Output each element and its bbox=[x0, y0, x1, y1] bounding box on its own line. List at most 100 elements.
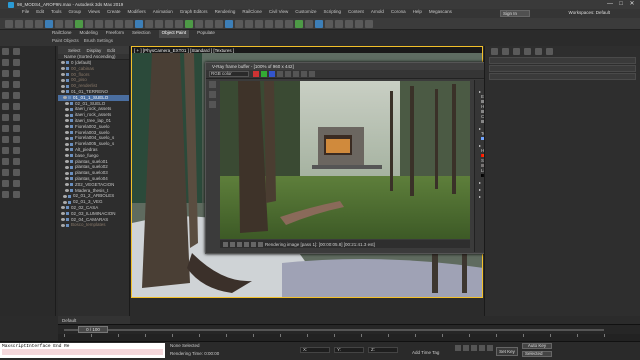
menu-views[interactable]: Views bbox=[88, 9, 100, 14]
rect-select-icon[interactable] bbox=[85, 19, 93, 28]
toggle-ribbon-icon[interactable] bbox=[245, 19, 253, 28]
region-render-icon[interactable] bbox=[293, 71, 299, 77]
visibility-eye-icon[interactable] bbox=[65, 125, 69, 129]
status-square-icon[interactable] bbox=[244, 241, 249, 247]
play-icon[interactable] bbox=[471, 345, 477, 351]
rendered-frame-icon[interactable] bbox=[295, 19, 303, 28]
time-slider-knob[interactable]: 0 / 100 bbox=[78, 326, 108, 333]
maximize-button[interactable]: □ bbox=[617, 1, 625, 8]
menu-create[interactable]: Create bbox=[107, 9, 121, 14]
scene-tool-icon[interactable] bbox=[2, 125, 9, 132]
menu-modifiers[interactable]: Modifiers bbox=[128, 9, 146, 14]
visibility-eye-icon[interactable] bbox=[65, 159, 69, 163]
mirror-icon[interactable] bbox=[215, 19, 223, 28]
status-square-icon[interactable] bbox=[230, 241, 235, 247]
menu-graph-editors[interactable]: Graph Editors bbox=[180, 9, 208, 14]
move-icon[interactable] bbox=[105, 19, 113, 28]
named-selection-icon[interactable] bbox=[205, 19, 213, 28]
forest-icon[interactable] bbox=[345, 19, 353, 28]
scene-tree-row[interactable]: Bosco_templates bbox=[58, 222, 129, 228]
go-to-start-icon[interactable] bbox=[455, 345, 461, 351]
ribbon-tab-selection[interactable]: Selection bbox=[132, 30, 151, 38]
material-editor-icon[interactable] bbox=[275, 19, 283, 28]
menu-arnold[interactable]: Arnold bbox=[371, 9, 384, 14]
visibility-eye-icon[interactable] bbox=[65, 101, 69, 105]
visibility-eye-icon[interactable] bbox=[63, 200, 67, 204]
menu-rendering[interactable]: Rendering bbox=[215, 9, 236, 14]
visibility-eye-icon[interactable] bbox=[61, 72, 65, 76]
visibility-eye-icon[interactable] bbox=[61, 206, 65, 210]
reference-coord-icon[interactable] bbox=[145, 19, 153, 28]
menu-customize[interactable]: Customize bbox=[295, 9, 316, 14]
redo-icon[interactable] bbox=[15, 19, 23, 28]
time-slider-track[interactable] bbox=[64, 329, 604, 331]
angle-snap-icon[interactable] bbox=[175, 19, 183, 28]
scene-tool-icon[interactable] bbox=[13, 125, 20, 132]
visibility-eye-icon[interactable] bbox=[65, 177, 69, 181]
scene-tool-icon[interactable] bbox=[2, 147, 9, 154]
scene-tool-icon[interactable] bbox=[13, 180, 20, 187]
scene-tool-icon[interactable] bbox=[13, 48, 20, 55]
next-frame-icon[interactable] bbox=[479, 345, 485, 351]
ribbon-tab-modeling[interactable]: Modeling bbox=[80, 30, 98, 38]
arnold-icon[interactable] bbox=[365, 19, 373, 28]
save-image-icon[interactable] bbox=[277, 71, 283, 77]
scene-tool-icon[interactable] bbox=[2, 92, 9, 99]
scene-tool-icon[interactable] bbox=[13, 92, 20, 99]
visibility-eye-icon[interactable] bbox=[61, 217, 65, 221]
menu-tools[interactable]: Tools bbox=[51, 9, 62, 14]
menu-railclone[interactable]: RailClone bbox=[242, 9, 262, 14]
x-coordinate-field[interactable]: X: bbox=[300, 347, 330, 353]
display-tab-icon[interactable] bbox=[535, 48, 542, 55]
green-channel-icon[interactable] bbox=[261, 71, 267, 77]
command-panel-button[interactable] bbox=[489, 73, 636, 80]
undo-icon[interactable] bbox=[5, 19, 13, 28]
color-corrections-icon[interactable] bbox=[209, 101, 216, 108]
visibility-eye-icon[interactable] bbox=[61, 61, 65, 65]
visibility-eye-icon[interactable] bbox=[65, 148, 69, 152]
snap-icon[interactable] bbox=[165, 19, 173, 28]
unlink-icon[interactable] bbox=[35, 19, 43, 28]
expand-arrow-icon[interactable]: ▸ bbox=[479, 180, 481, 185]
menu-animation[interactable]: Animation bbox=[153, 9, 173, 14]
minimize-button[interactable]: — bbox=[606, 1, 614, 8]
scene-tool-icon[interactable] bbox=[2, 59, 9, 66]
visibility-eye-icon[interactable] bbox=[61, 212, 65, 216]
scale-icon[interactable] bbox=[125, 19, 133, 28]
select-by-name-icon[interactable] bbox=[75, 19, 83, 28]
sign-in-button[interactable]: Sign In bbox=[500, 10, 530, 17]
selection-filter-icon[interactable] bbox=[55, 19, 63, 28]
menu-civil-view[interactable]: Civil View bbox=[269, 9, 288, 14]
viewport-label[interactable]: [ + ] [PhysCamera_EXT01 ] [Standard ] [T… bbox=[134, 48, 234, 53]
visibility-eye-icon[interactable] bbox=[65, 130, 69, 134]
spinner-snap-icon[interactable] bbox=[195, 19, 203, 28]
menu-corona[interactable]: Corona bbox=[391, 9, 406, 14]
command-panel-button[interactable] bbox=[489, 57, 636, 64]
visibility-eye-icon[interactable] bbox=[65, 142, 69, 146]
menu-megascans[interactable]: Megascans bbox=[429, 9, 452, 14]
select-icon[interactable] bbox=[65, 19, 73, 28]
previous-frame-icon[interactable] bbox=[463, 345, 469, 351]
render-setup-icon[interactable] bbox=[285, 19, 293, 28]
y-coordinate-field[interactable]: Y: bbox=[334, 347, 364, 353]
vfb-channel-select[interactable]: RGB color bbox=[209, 71, 249, 77]
command-panel-button[interactable] bbox=[489, 65, 636, 72]
ribbon-tab-object-paint[interactable]: Object Paint bbox=[158, 30, 190, 38]
add-time-tag-button[interactable]: Add Time Tag bbox=[412, 350, 439, 355]
scene-tool-icon[interactable] bbox=[13, 169, 20, 176]
visibility-eye-icon[interactable] bbox=[65, 119, 69, 123]
lens-effects-icon[interactable] bbox=[209, 91, 216, 98]
expand-arrow-icon[interactable]: ▸ bbox=[479, 194, 481, 199]
expand-arrow-icon[interactable]: ▸ bbox=[479, 187, 481, 192]
scene-tool-icon[interactable] bbox=[13, 136, 20, 143]
window-crossing-icon[interactable] bbox=[95, 19, 103, 28]
scene-tool-icon[interactable] bbox=[2, 70, 9, 77]
ribbon-tab-railclone[interactable]: RailClone bbox=[52, 30, 72, 38]
railclone-icon[interactable] bbox=[335, 19, 343, 28]
maxscript-listener[interactable]: MaxscriptInterface End Re bbox=[0, 343, 165, 358]
scene-tool-icon[interactable] bbox=[13, 70, 20, 77]
set-key-button[interactable]: Set Key bbox=[496, 347, 518, 356]
scene-tool-icon[interactable] bbox=[13, 158, 20, 165]
visibility-eye-icon[interactable] bbox=[65, 154, 69, 158]
ribbon-sub-paint-objects[interactable]: Paint Objects bbox=[52, 38, 79, 46]
